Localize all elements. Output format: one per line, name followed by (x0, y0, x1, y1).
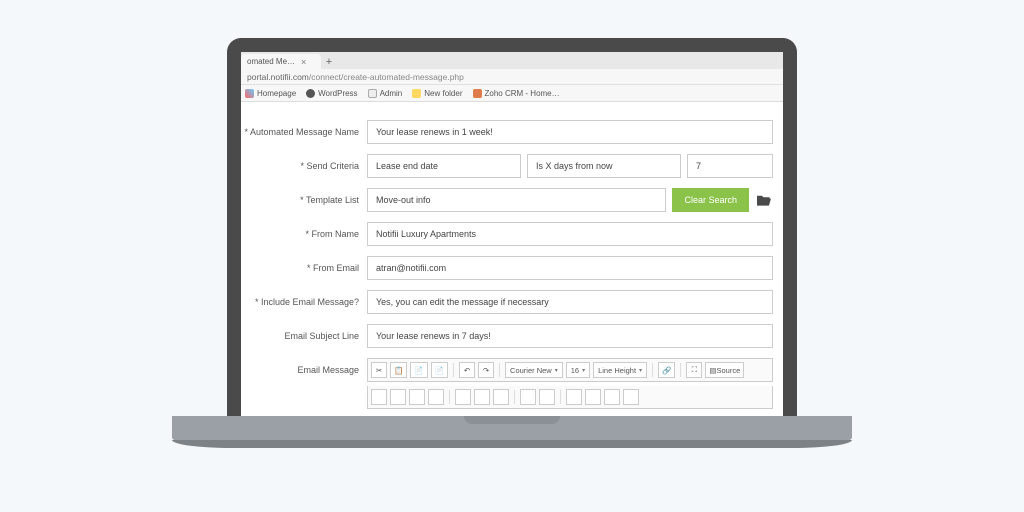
bookmark-wordpress[interactable]: WordPress (306, 89, 357, 98)
clear-search-button[interactable]: Clear Search (672, 188, 749, 212)
paste-button[interactable]: 📄 (410, 362, 427, 378)
list-ul-button[interactable] (520, 389, 536, 405)
link-button[interactable]: 🔗 (658, 362, 675, 378)
maximize-button[interactable]: ⛶ (686, 362, 702, 378)
bookmark-zoho[interactable]: Zoho CRM - Home… (473, 89, 560, 98)
special-button[interactable] (623, 389, 639, 405)
row-email-message: Email Message ✂ 📋 📄 📄 ↶ ↷ Courier New (241, 358, 773, 382)
folder-open-icon[interactable] (755, 193, 773, 207)
row-subject-line: Email Subject Line Your lease renews in … (241, 324, 773, 348)
row-message-name: * Automated Message Name Your lease rene… (241, 120, 773, 144)
table-button[interactable] (585, 389, 601, 405)
laptop-frame: omated Me… × + portal.notifii.com/connec… (227, 38, 797, 448)
url-path: /connect/create-automated-message.php (309, 72, 464, 82)
bookmarks-bar: Homepage WordPress Admin New folder Zoho… (241, 85, 783, 102)
row-include-email: * Include Email Message? Yes, you can ed… (241, 290, 773, 314)
list-ol-button[interactable] (539, 389, 555, 405)
lineheight-select[interactable]: Line Height (593, 362, 647, 378)
label-send-criteria: * Send Criteria (241, 161, 359, 171)
redo-button[interactable]: ↷ (478, 362, 494, 378)
label-from-name: * From Name (241, 229, 359, 239)
copy-button[interactable]: 📋 (390, 362, 407, 378)
cut-button[interactable]: ✂ (371, 362, 387, 378)
editor-toolbar-2 (367, 386, 773, 409)
select-criteria-field[interactable]: Lease end date (367, 154, 521, 178)
row-from-email: * From Email atran@notifii.com (241, 256, 773, 280)
italic-button[interactable] (390, 389, 406, 405)
select-criteria-operator[interactable]: Is X days from now (527, 154, 681, 178)
strike-button[interactable] (428, 389, 444, 405)
bold-button[interactable] (371, 389, 387, 405)
hr-button[interactable] (604, 389, 620, 405)
label-subject-line: Email Subject Line (241, 331, 359, 341)
tab-title: omated Me… (247, 57, 295, 66)
size-select[interactable]: 16 (566, 362, 590, 378)
label-email-message: Email Message (241, 365, 359, 375)
label-include-email: * Include Email Message? (241, 297, 359, 307)
close-icon[interactable]: × (301, 57, 306, 67)
row-editor-toolbar2 (241, 386, 773, 409)
input-criteria-value[interactable]: 7 (687, 154, 773, 178)
paste-text-button[interactable]: 📄 (431, 362, 448, 378)
align-right-button[interactable] (493, 389, 509, 405)
image-button[interactable] (566, 389, 582, 405)
homepage-icon (245, 89, 254, 98)
new-tab-button[interactable]: + (321, 55, 337, 69)
screen-bezel: omated Me… × + portal.notifii.com/connec… (227, 38, 797, 416)
laptop-foot (172, 440, 852, 448)
wordpress-icon (306, 89, 315, 98)
admin-icon (368, 89, 377, 98)
address-bar[interactable]: portal.notifii.com/connect/create-automa… (241, 69, 783, 85)
browser-tabbar: omated Me… × + (241, 52, 783, 69)
align-left-button[interactable] (455, 389, 471, 405)
source-button[interactable]: ▤ Source (705, 362, 744, 378)
align-center-button[interactable] (474, 389, 490, 405)
editor-toolbar: ✂ 📋 📄 📄 ↶ ↷ Courier New 16 Line Height (367, 358, 773, 382)
undo-button[interactable]: ↶ (459, 362, 475, 378)
folder-icon (412, 89, 421, 98)
label-from-email: * From Email (241, 263, 359, 273)
bookmark-admin[interactable]: Admin (368, 89, 403, 98)
bookmark-newfolder[interactable]: New folder (412, 89, 462, 98)
font-select[interactable]: Courier New (505, 362, 563, 378)
underline-button[interactable] (409, 389, 425, 405)
input-message-name[interactable]: Your lease renews in 1 week! (367, 120, 773, 144)
input-template-list[interactable]: Move-out info (367, 188, 666, 212)
row-from-name: * From Name Notifii Luxury Apartments (241, 222, 773, 246)
bookmark-homepage[interactable]: Homepage (245, 89, 296, 98)
laptop-base (172, 416, 852, 440)
input-from-email[interactable]: atran@notifii.com (367, 256, 773, 280)
form-area: * Automated Message Name Your lease rene… (241, 102, 783, 409)
zoho-icon (473, 89, 482, 98)
label-template-list: * Template List (241, 195, 359, 205)
input-subject-line[interactable]: Your lease renews in 7 days! (367, 324, 773, 348)
input-from-name[interactable]: Notifii Luxury Apartments (367, 222, 773, 246)
browser-tab[interactable]: omated Me… × (241, 54, 321, 69)
label-message-name: * Automated Message Name (241, 127, 359, 137)
url-host: portal.notifii.com (247, 72, 309, 82)
row-send-criteria: * Send Criteria Lease end date Is X days… (241, 154, 773, 178)
screen: omated Me… × + portal.notifii.com/connec… (241, 52, 783, 416)
select-include-email[interactable]: Yes, you can edit the message if necessa… (367, 290, 773, 314)
row-template-list: * Template List Move-out info Clear Sear… (241, 188, 773, 212)
